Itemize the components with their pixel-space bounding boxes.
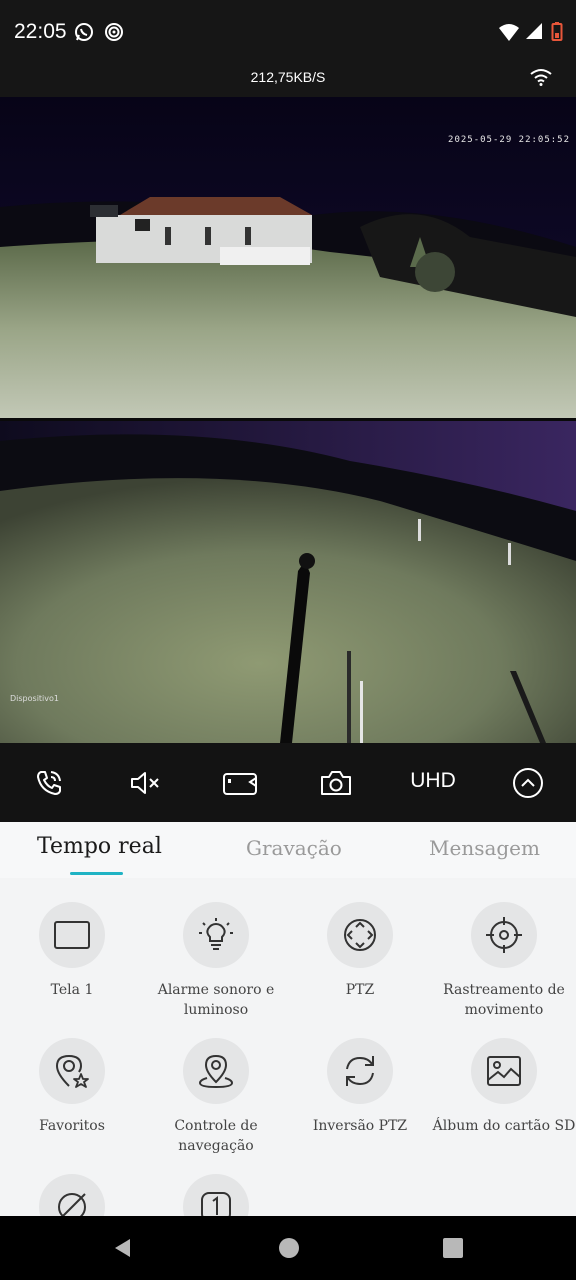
target-app-icon [105, 23, 123, 41]
battery-icon [551, 22, 563, 41]
tab-tempo-real[interactable]: Tempo real [37, 834, 162, 859]
album-image-icon [487, 1056, 521, 1086]
camera-feed-1-image [0, 97, 576, 418]
feature-label: Rastreamento de movimento [443, 982, 565, 1018]
feature-icon-circle [39, 1038, 105, 1104]
camera-feed-2[interactable]: Dispositivo1 [0, 421, 576, 743]
screen-icon [54, 921, 90, 949]
back-icon[interactable] [110, 1236, 134, 1260]
camera-icon [321, 771, 351, 795]
record-video-button[interactable] [222, 765, 258, 801]
intercom-call-button[interactable] [31, 765, 67, 801]
whatsapp-icon [75, 23, 93, 41]
feature-label: Álbum do cartão SD [432, 1118, 576, 1134]
feature-icon-circle [183, 902, 249, 968]
feature-inversao-ptz[interactable]: Inversão PTZ [288, 1038, 432, 1136]
feature-icon-circle [471, 1038, 537, 1104]
favorite-location-icon [55, 1054, 89, 1088]
feature-rastreamento[interactable]: Rastreamento de movimento [432, 902, 576, 1020]
camera-feed-1[interactable]: 2025-05-29 22:05:52 [0, 97, 576, 418]
expand-controls-button[interactable] [510, 765, 546, 801]
feature-icon-circle [39, 902, 105, 968]
feature-icon-circle [183, 1038, 249, 1104]
crosshair-icon [486, 917, 522, 953]
quality-uhd-button[interactable]: UHD [400, 769, 466, 793]
feature-label: Alarme sonoro e luminoso [157, 982, 275, 1018]
features-panel: Tempo real Gravação Mensagem Tela 1 Alar… [0, 822, 576, 1240]
cell-signal-icon [526, 23, 542, 39]
feature-favoritos[interactable]: Favoritos [0, 1038, 144, 1136]
chevron-up-circle-icon [513, 768, 543, 798]
system-navigation-bar [0, 1216, 576, 1280]
rotate-icon [346, 1056, 374, 1086]
feature-icon-circle [327, 902, 393, 968]
feature-icon-circle [327, 1038, 393, 1104]
feature-icon-circle [471, 902, 537, 968]
network-speed-bar: 212,75KB/S [0, 64, 576, 97]
feature-label: Controle de navegação [174, 1118, 258, 1154]
feature-album-sd[interactable]: Álbum do cartão SD [432, 1038, 576, 1136]
network-speed: 212,75KB/S [250, 69, 326, 85]
recent-apps-icon[interactable] [442, 1236, 464, 1260]
feature-label: Inversão PTZ [312, 1118, 408, 1134]
wifi-icon [530, 69, 552, 86]
feature-tela-1[interactable]: Tela 1 [0, 902, 144, 1000]
home-icon[interactable] [277, 1236, 301, 1260]
tab-mensagem[interactable]: Mensagem [429, 836, 540, 860]
feature-label: PTZ [345, 982, 375, 998]
wifi-signal-icon [499, 24, 519, 41]
clock: 22:05 [14, 20, 67, 43]
video-camera-icon [223, 773, 257, 795]
status-bar: 22:05 [0, 0, 576, 64]
snapshot-button[interactable] [318, 765, 354, 801]
camera-1-timestamp: 2025-05-29 22:05:52 [448, 135, 570, 145]
camera-feed-2-image [0, 421, 576, 743]
light-bulb-icon [199, 918, 233, 950]
ptz-arrows-icon [344, 919, 376, 951]
speaker-muted-icon [131, 772, 159, 794]
active-tab-indicator [70, 872, 123, 875]
feature-label: Favoritos [39, 1118, 105, 1134]
feature-label: Tela 1 [50, 982, 94, 998]
navigation-pin-icon [198, 1054, 234, 1089]
mute-button[interactable] [127, 765, 163, 801]
tab-gravacao[interactable]: Gravação [246, 836, 342, 860]
feature-alarme[interactable]: Alarme sonoro e luminoso [144, 902, 288, 1020]
feature-ptz[interactable]: PTZ [288, 902, 432, 1000]
camera-2-device-label: Dispositivo1 [10, 694, 59, 703]
feature-controle-navegacao[interactable]: Controle de navegação [144, 1038, 288, 1156]
phone-call-icon [37, 771, 61, 795]
camera-control-bar: UHD [0, 743, 576, 822]
tab-bar: Tempo real Gravação Mensagem [0, 822, 576, 878]
